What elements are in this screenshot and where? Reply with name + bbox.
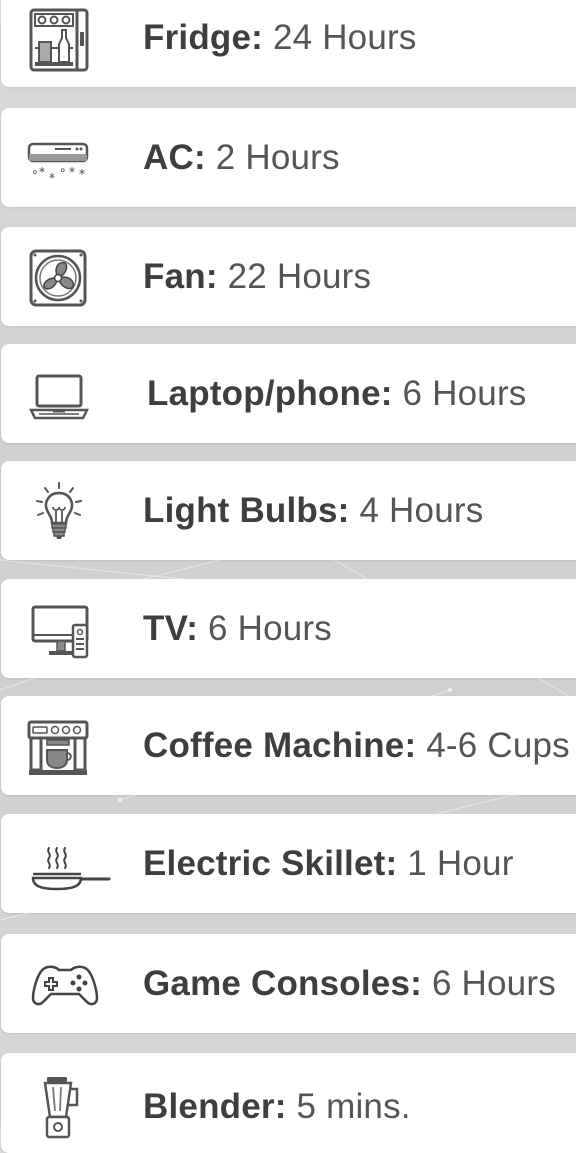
item-value: 5 mins. bbox=[296, 1087, 411, 1126]
list-item-light-bulbs: Light Bulbs: 4 Hours bbox=[1, 461, 576, 560]
item-value: 6 Hours bbox=[431, 963, 556, 1003]
list-item-blender: Blender: 5 mins. bbox=[1, 1053, 576, 1153]
item-label: Fridge: bbox=[143, 17, 264, 57]
item-label: Fan: bbox=[143, 256, 218, 296]
item-label: Blender: bbox=[143, 1087, 287, 1126]
item-text: Fridge: 24 Hours bbox=[143, 18, 417, 58]
item-value: 2 Hours bbox=[215, 137, 340, 177]
game-controller-icon bbox=[31, 950, 99, 1018]
item-text: Laptop/phone: 6 Hours bbox=[147, 374, 527, 414]
item-text: Fan: 22 Hours bbox=[143, 257, 371, 297]
list-item-ac: ∘ * * ∘ * * AC: 2 Hours bbox=[1, 108, 576, 207]
item-label: AC: bbox=[143, 137, 206, 177]
list-item-fridge: Fridge: 24 Hours bbox=[1, 0, 576, 87]
item-label: Coffee Machine: bbox=[143, 725, 417, 765]
svg-text:*: * bbox=[69, 165, 75, 179]
item-text: Electric Skillet: 1 Hour bbox=[143, 844, 514, 884]
item-value: 4-6 Cups bbox=[426, 725, 570, 765]
item-label: Game Consoles: bbox=[143, 963, 422, 1003]
blender-icon bbox=[25, 1073, 93, 1141]
svg-text:∘: ∘ bbox=[59, 163, 67, 177]
item-value: 6 Hours bbox=[208, 608, 332, 648]
svg-text:*: * bbox=[39, 165, 45, 179]
list-item-electric-skillet: Electric Skillet: 1 Hour bbox=[1, 814, 576, 913]
item-text: TV: 6 Hours bbox=[143, 609, 332, 649]
svg-text:*: * bbox=[79, 167, 85, 181]
item-value: 1 Hour bbox=[407, 843, 514, 883]
item-value: 24 Hours bbox=[272, 17, 417, 57]
item-value: 6 Hours bbox=[402, 373, 527, 413]
list-item-laptop: Laptop/phone: 6 Hours bbox=[1, 344, 576, 443]
item-label: Electric Skillet: bbox=[143, 843, 398, 883]
skillet-icon bbox=[29, 830, 113, 898]
list-item-tv: TV: 6 Hours bbox=[1, 579, 576, 678]
svg-text:*: * bbox=[49, 171, 55, 185]
item-text: AC: 2 Hours bbox=[143, 138, 340, 178]
item-label: TV: bbox=[143, 608, 199, 648]
light-bulb-icon bbox=[25, 477, 93, 545]
list-item-fan: Fan: 22 Hours bbox=[1, 227, 576, 326]
item-text: Light Bulbs: 4 Hours bbox=[143, 491, 483, 531]
air-conditioner-icon: ∘ * * ∘ * * bbox=[25, 124, 93, 192]
item-value: 4 Hours bbox=[359, 490, 484, 530]
item-text: Blender: 5 mins. bbox=[143, 1087, 411, 1127]
item-label: Light Bulbs: bbox=[143, 490, 350, 530]
coffee-machine-icon bbox=[25, 712, 93, 780]
item-value: 22 Hours bbox=[227, 256, 372, 296]
list-item-game-consoles: Game Consoles: 6 Hours bbox=[1, 934, 576, 1033]
item-text: Coffee Machine: 4-6 Cups bbox=[143, 726, 570, 766]
tv-icon bbox=[25, 595, 93, 663]
item-label: Laptop/phone: bbox=[147, 373, 393, 413]
list-item-coffee-machine: Coffee Machine: 4-6 Cups bbox=[1, 696, 576, 795]
laptop-icon bbox=[25, 360, 93, 428]
item-text: Game Consoles: 6 Hours bbox=[143, 964, 556, 1004]
fridge-icon bbox=[25, 4, 93, 72]
fan-icon bbox=[25, 243, 93, 311]
svg-text:∘: ∘ bbox=[31, 165, 39, 179]
